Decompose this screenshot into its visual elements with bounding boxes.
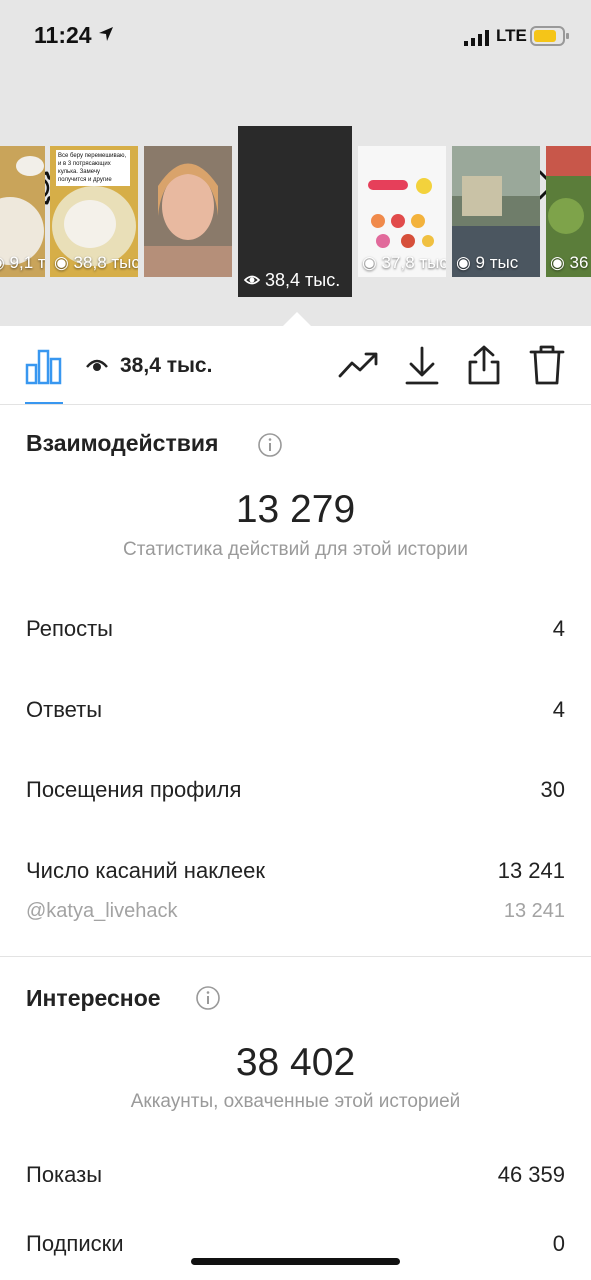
thumbnail-views: ◉ 9 тыс <box>456 253 519 272</box>
discovery-total: 38 402 <box>235 1041 356 1084</box>
home-indicator[interactable] <box>191 1258 400 1265</box>
thumbnail-caption: Все беру перемешиваю, и в 3 потрясающих … <box>56 150 130 186</box>
follows-value: 0 <box>552 1231 565 1256</box>
sticker-tag-label[interactable]: @katya_livehack <box>26 900 177 923</box>
selected-thumbnail-views: 38,4 тыс. <box>243 270 341 291</box>
discovery-title: Интересное <box>26 985 161 1011</box>
active-tab-indicator <box>25 402 63 404</box>
info-icon[interactable] <box>195 985 221 1016</box>
signal-icon <box>464 30 492 51</box>
thumbnail-views: ◉ 38,8 тыс <box>54 253 138 272</box>
story-thumbnail[interactable]: Все беру перемешиваю, и в 3 потрясающих … <box>50 146 138 277</box>
story-thumbnail[interactable]: ◉ 9 тыс <box>452 146 540 277</box>
story-thumbnail[interactable]: ◉ 37,8 тыс <box>358 146 446 277</box>
download-icon[interactable] <box>404 346 440 391</box>
impressions-label: Показы <box>26 1162 103 1187</box>
reposts-label: Репосты <box>26 616 113 641</box>
discovery-subtitle: Аккаунты, охваченные этой историей <box>130 1091 461 1112</box>
battery-icon <box>530 26 570 51</box>
replies-label: Ответы <box>26 697 103 722</box>
insights-toolbar: 38,4 тыс. <box>0 326 591 405</box>
selection-pointer <box>283 312 311 326</box>
location-arrow-icon <box>98 26 114 47</box>
network-type: LTE <box>496 26 527 45</box>
thumbnail-views: ◉ 36 <box>550 253 589 272</box>
follows-label: Подписки <box>26 1231 124 1256</box>
thumbnail-views: ◉ 37,8 тыс <box>362 253 446 272</box>
interactions-total: 13 279 <box>235 488 356 531</box>
eye-icon <box>243 275 261 285</box>
eye-icon <box>86 354 108 381</box>
delete-trash-icon[interactable] <box>529 344 565 391</box>
section-divider <box>0 956 591 957</box>
selected-story-thumbnail[interactable]: 38,4 тыс. <box>238 126 352 297</box>
insights-bar-chart-icon[interactable] <box>25 347 63 390</box>
profile-visits-label: Посещения профиля <box>26 777 242 802</box>
views-count: 38,4 тыс. <box>120 354 213 377</box>
sticker-tag-value: 13 241 <box>503 900 565 922</box>
status-time: 11:24 <box>34 22 92 48</box>
profile-visits-value: 30 <box>540 777 565 802</box>
interactions-subtitle: Статистика действий для этой истории <box>122 539 469 560</box>
replies-value: 4 <box>552 697 565 722</box>
selected-views-text: 38,4 тыс. <box>265 270 341 290</box>
info-icon[interactable] <box>257 432 283 463</box>
impressions-value: 46 359 <box>497 1162 565 1187</box>
promote-trend-icon[interactable] <box>338 348 380 387</box>
thumbnail-views: ◉ 9,1 тыс <box>0 253 45 272</box>
sticker-taps-value: 13 241 <box>497 858 565 883</box>
status-bar: 11:24 LTE <box>0 0 591 72</box>
share-icon[interactable] <box>466 344 502 391</box>
interactions-title: Взаимодействия <box>26 430 219 456</box>
story-thumbnail[interactable]: ◉ 36 <box>546 146 591 277</box>
story-thumbnail[interactable]: ◉ 9,1 тыс <box>0 146 45 277</box>
story-thumbnail[interactable] <box>144 146 232 277</box>
reposts-value: 4 <box>552 616 565 641</box>
sticker-taps-label: Число касаний наклеек <box>26 858 265 883</box>
